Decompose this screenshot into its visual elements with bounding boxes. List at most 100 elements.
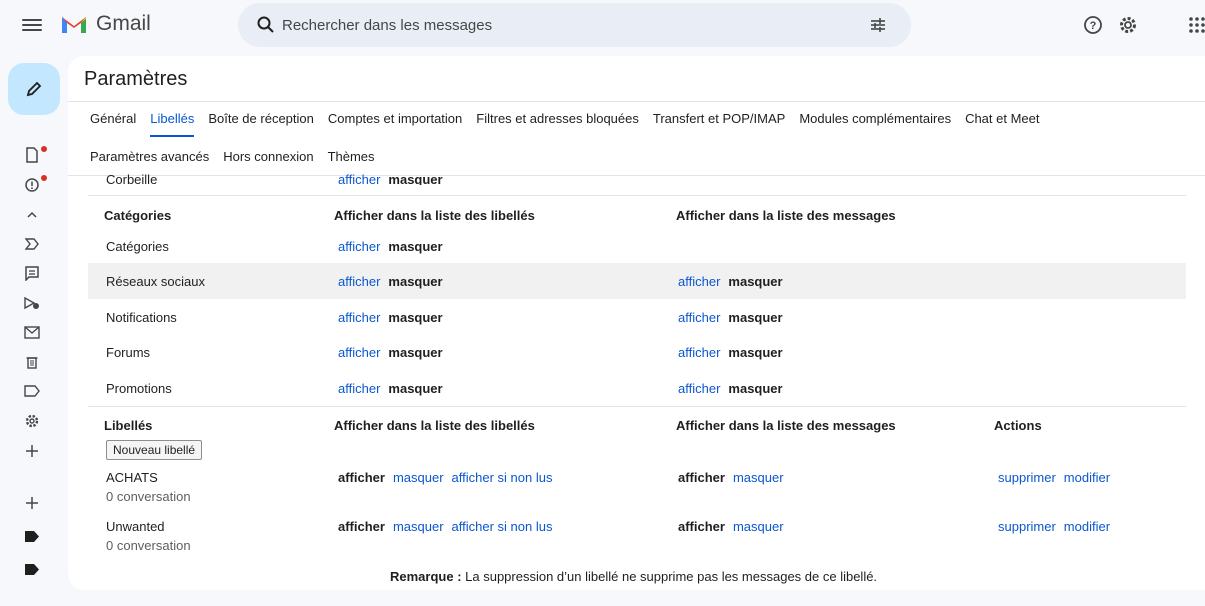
show-link[interactable]: afficher [678,345,720,360]
tab-inbox[interactable]: Boîte de réception [201,111,321,137]
col-message-list-heading: Afficher dans la liste des messages [676,208,896,223]
label-icon[interactable] [22,526,42,546]
hide-link[interactable]: masquer [393,519,444,534]
hide-selected: masquer [728,310,783,325]
divider [68,101,1205,102]
show-link[interactable]: afficher [678,381,720,396]
search-options-icon[interactable] [869,16,887,34]
show-selected: afficher [678,470,725,485]
deletion-note: Remarque : La suppression d’un libellé n… [390,569,877,584]
show-link[interactable]: afficher [678,274,720,289]
show-if-unread-link[interactable]: afficher si non lus [452,519,553,534]
gmail-logo[interactable]: Gmail [60,12,151,36]
pencil-icon [26,81,42,97]
trash-icon[interactable] [22,352,42,372]
help-icon[interactable]: ? [1082,14,1104,36]
label-icon[interactable] [22,559,42,579]
notification-dot [41,175,47,181]
trash-label: Corbeille [106,172,158,185]
manage-settings-icon[interactable] [22,411,42,431]
compose-button[interactable] [8,63,60,115]
all-mail-icon[interactable] [22,322,42,342]
label-name: Unwanted [106,519,165,534]
delete-link[interactable]: supprimer [998,470,1056,485]
col-label-list-heading: Afficher dans la liste des libellés [334,208,535,223]
apps-icon[interactable] [1188,14,1205,36]
divider [88,195,1186,196]
category-row: Réseaux sociaux afficher masquer afficher… [88,263,1186,299]
show-link[interactable]: afficher [338,345,380,360]
col-label-list-heading: Afficher dans la liste des libellés [334,418,535,433]
search-bar[interactable]: Rechercher dans les messages [238,3,911,47]
hide-selected: masquer [388,274,443,289]
category-label: Notifications [106,310,177,325]
tab-accounts[interactable]: Comptes et importation [321,111,469,137]
show-link[interactable]: afficher [678,310,720,325]
tab-addons[interactable]: Modules complémentaires [792,111,958,137]
label-count: 0 conversation [106,489,191,504]
top-bar: Gmail Rechercher dans les messages ? [0,0,1205,52]
hide-selected: masquer [388,172,443,185]
show-if-unread-link[interactable]: afficher si non lus [452,470,553,485]
show-link[interactable]: afficher [338,172,380,185]
label-outline-icon[interactable] [22,381,42,401]
hide-selected: masquer [388,310,443,325]
category-label: Réseaux sociaux [106,274,205,289]
new-label-button[interactable]: Nouveau libellé [106,440,203,460]
label-cell: Unwanted 0 conversation [106,519,191,553]
tab-chat-meet[interactable]: Chat et Meet [958,111,1046,137]
collapse-icon[interactable] [22,205,42,225]
category-row: Catégories afficher masquer [88,239,1186,257]
show-link[interactable]: afficher [338,274,380,289]
show-link[interactable]: afficher [338,310,380,325]
hide-selected: masquer [728,381,783,396]
edit-link[interactable]: modifier [1064,470,1110,485]
show-selected: afficher [338,470,385,485]
label-row: ACHATS 0 conversation afficher masquer aff… [88,470,1186,506]
show-link[interactable]: afficher [338,239,380,254]
label-count: 0 conversation [106,538,191,553]
label-cell: ACHATS 0 conversation [106,470,191,504]
note-text: La suppression d’un libellé ne supprime … [461,569,878,584]
categories-heading: Catégories [104,208,172,223]
search-icon[interactable] [256,15,276,35]
tab-filters[interactable]: Filtres et adresses bloquées [469,111,646,137]
scheduled-icon[interactable] [22,293,42,313]
search-input[interactable]: Rechercher dans les messages [282,17,492,34]
col-message-list-heading: Afficher dans la liste des messages [676,418,896,433]
hide-link[interactable]: masquer [393,470,444,485]
settings-tabs-row-1: Général Libellés Boîte de réception Comp… [90,111,1047,137]
category-label: Promotions [106,381,172,396]
divider [88,406,1186,407]
labels-header: Libellés Afficher dans la liste des libe… [88,418,1186,436]
hide-link[interactable]: masquer [733,519,784,534]
hide-link[interactable]: masquer [733,470,784,485]
hide-selected: masquer [388,239,443,254]
trash-row: Corbeille afficher masquer [88,169,1186,185]
app-name: Gmail [96,12,151,35]
show-selected: afficher [338,519,385,534]
edit-link[interactable]: modifier [1064,519,1110,534]
add-icon[interactable] [22,441,42,461]
add-label-icon[interactable] [22,493,42,513]
settings-icon[interactable] [1117,14,1139,36]
notification-dot [41,146,47,152]
draft-icon[interactable] [22,145,42,165]
show-link[interactable]: afficher [338,381,380,396]
hide-selected: masquer [728,345,783,360]
tab-labels[interactable]: Libellés [143,111,201,137]
main-menu-icon[interactable] [22,16,42,34]
note-prefix: Remarque : [390,569,462,584]
chat-icon[interactable] [22,263,42,283]
tab-general[interactable]: Général [90,111,143,137]
settings-panel: Paramètres Général Libellés Boîte de réc… [68,56,1205,590]
delete-link[interactable]: supprimer [998,519,1056,534]
important-icon[interactable] [22,234,42,254]
category-label: Forums [106,345,151,360]
hide-selected: masquer [388,381,443,396]
show-selected: afficher [678,519,725,534]
tab-forwarding[interactable]: Transfert et POP/IMAP [646,111,792,137]
category-label: Catégories [106,239,169,254]
spam-icon[interactable] [22,175,42,195]
categories-header: Catégories Afficher dans la liste des li… [88,208,1186,226]
